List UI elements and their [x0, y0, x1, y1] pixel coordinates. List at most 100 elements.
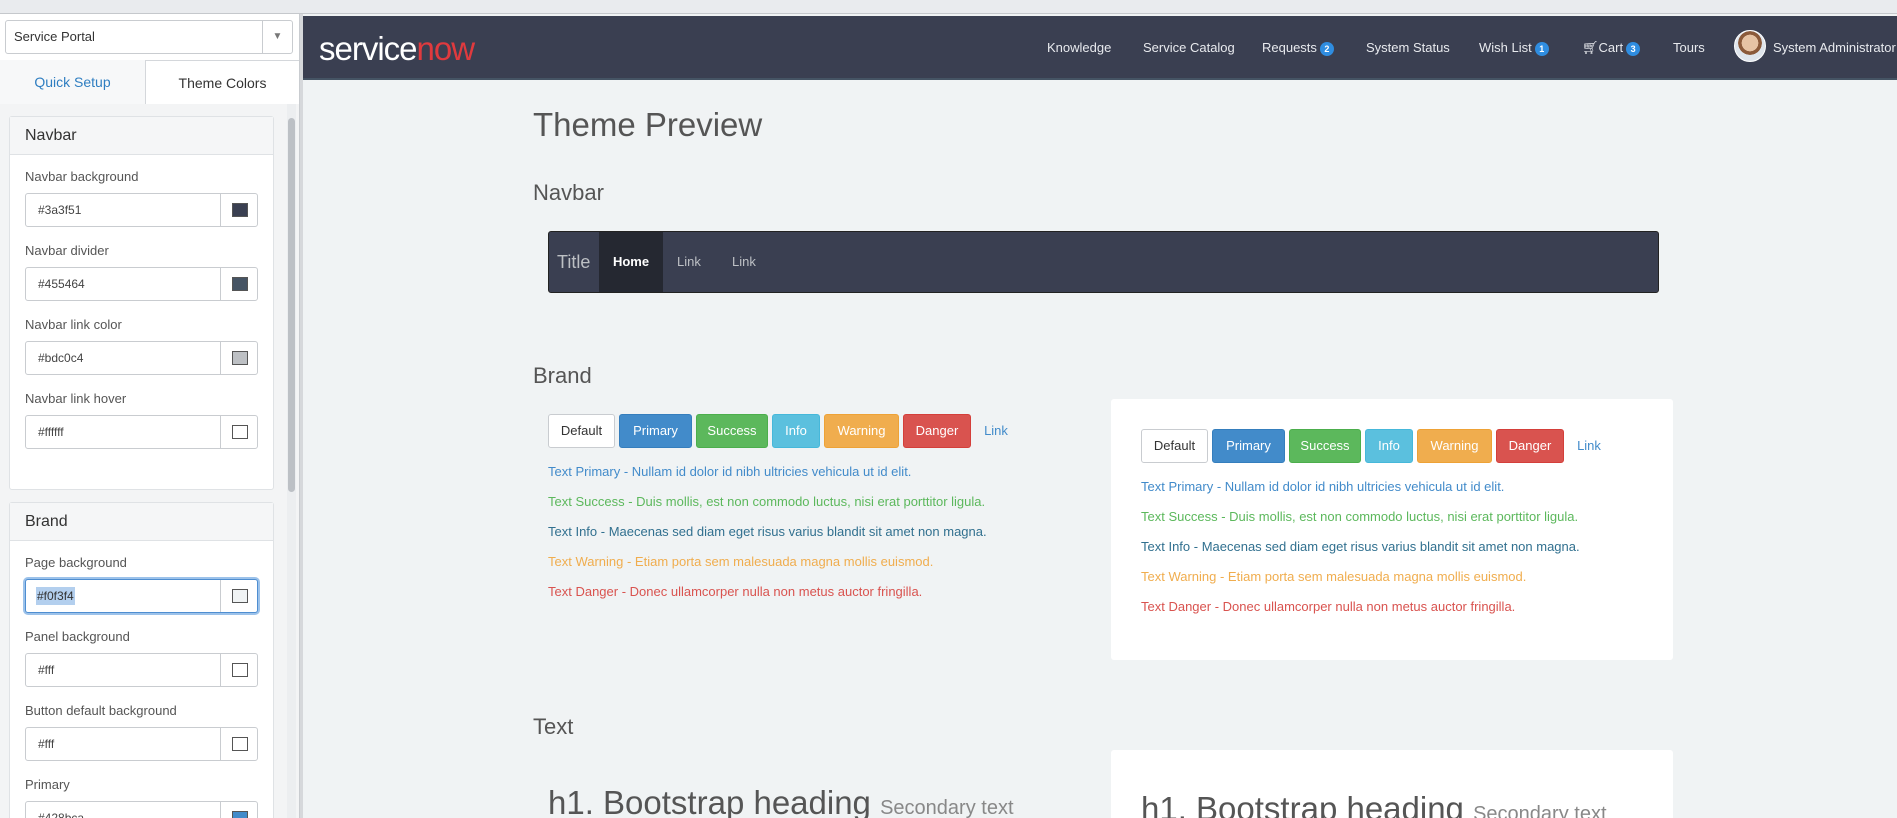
color-picker-button[interactable] — [220, 654, 257, 686]
color-picker-button[interactable] — [220, 194, 257, 226]
color-input[interactable]: #bdc0c4 — [25, 341, 258, 375]
info-button[interactable]: Info — [1365, 429, 1413, 463]
success-button[interactable]: Success — [696, 414, 768, 448]
nav-wish-list[interactable]: Wish List 1 — [1479, 40, 1549, 56]
color-picker-button[interactable] — [220, 728, 257, 760]
page-title: Theme Preview — [533, 106, 763, 143]
h1-secondary-text: Secondary text — [880, 797, 1014, 818]
servicenow-logo[interactable]: servicenow — [319, 30, 475, 68]
primary-button[interactable]: Primary — [1212, 429, 1285, 463]
portal-preview: servicenow Knowledge Service Catalog Req… — [303, 14, 1897, 818]
demo-navbar-link[interactable]: Link — [677, 254, 701, 269]
h1-secondary-text: Secondary text — [1473, 803, 1607, 818]
color-input[interactable]: #f0f3f4 — [25, 579, 258, 613]
count-badge: 1 — [1534, 41, 1549, 56]
nav-tours[interactable]: Tours — [1673, 40, 1705, 55]
default-button[interactable]: Default — [1141, 429, 1208, 463]
tab-theme-colors[interactable]: Theme Colors — [145, 60, 299, 105]
danger-button[interactable]: Danger — [903, 414, 971, 448]
text-info: Text Info - Maecenas sed diam eget risus… — [1141, 539, 1580, 554]
theme-colors-scrollpane: Navbar Navbar background #3a3f51 Navbar … — [0, 104, 299, 818]
nav-system-status[interactable]: System Status — [1366, 40, 1450, 55]
user-avatar[interactable] — [1734, 30, 1766, 62]
color-input[interactable]: #ffffff — [25, 415, 258, 449]
color-swatch — [232, 589, 248, 603]
primary-button[interactable]: Primary — [619, 414, 692, 448]
color-input[interactable]: #3a3f51 — [25, 193, 258, 227]
logo-service-text: service — [319, 30, 418, 67]
color-input[interactable]: #428bca — [25, 801, 258, 818]
danger-button[interactable]: Danger — [1496, 429, 1564, 463]
text-info: Text Info - Maecenas sed diam eget risus… — [548, 524, 987, 539]
section-heading-navbar: Navbar — [533, 180, 604, 205]
nav-label: Cart — [1598, 40, 1624, 55]
demo-navbar-home[interactable]: Home — [599, 232, 663, 292]
demo-navbar-link[interactable]: Link — [732, 254, 756, 269]
color-input[interactable]: #fff — [25, 653, 258, 687]
nav-user-name[interactable]: System Administrator — [1773, 40, 1896, 55]
text-primary: Text Primary - Nullam id dolor id nibh u… — [1141, 479, 1505, 494]
nav-knowledge[interactable]: Knowledge — [1047, 40, 1111, 55]
color-field: Navbar link color #bdc0c4 — [25, 317, 258, 375]
input-value: #428bca — [38, 811, 85, 818]
field-label: Navbar background — [25, 169, 139, 184]
link-button[interactable]: Link — [976, 414, 1016, 448]
brand-section: Brand Page background #f0f3f4 Panel back… — [9, 502, 274, 818]
nav-cart[interactable]: 🛒︎Cart 3 — [1582, 40, 1641, 56]
warning-button[interactable]: Warning — [824, 414, 899, 448]
color-swatch — [232, 351, 248, 365]
text-danger: Text Danger - Donec ullamcorper nulla no… — [548, 584, 923, 599]
color-field: Primary #428bca — [25, 777, 258, 818]
color-input[interactable]: #fff — [25, 727, 258, 761]
tab-quick-setup[interactable]: Quick Setup — [0, 60, 145, 104]
text-warning: Text Warning - Etiam porta sem malesuada… — [1141, 569, 1527, 584]
color-swatch — [232, 277, 248, 291]
portal-select-value: Service Portal — [14, 29, 95, 44]
link-button[interactable]: Link — [1569, 429, 1609, 463]
color-field: Button default background #fff — [25, 703, 258, 761]
text-warning: Text Warning - Etiam porta sem malesuada… — [548, 554, 934, 569]
default-button[interactable]: Default — [548, 414, 615, 448]
theme-editor-panel: Service Portal ▼ Quick Setup Theme Color… — [0, 14, 300, 818]
color-picker-button[interactable] — [220, 802, 257, 818]
warning-button[interactable]: Warning — [1417, 429, 1492, 463]
demo-navbar: Title Home Link Link — [548, 231, 1659, 293]
nav-requests[interactable]: Requests 2 — [1262, 40, 1334, 56]
color-field: Navbar divider #455464 — [25, 243, 258, 301]
field-label: Panel background — [25, 629, 130, 644]
success-button[interactable]: Success — [1289, 429, 1361, 463]
color-picker-button[interactable] — [220, 268, 257, 300]
color-picker-button[interactable] — [220, 342, 257, 374]
portal-select[interactable]: Service Portal ▼ — [5, 20, 293, 54]
color-picker-button[interactable] — [220, 416, 257, 448]
field-label: Navbar divider — [25, 243, 109, 258]
chevron-down-icon[interactable]: ▼ — [262, 21, 292, 53]
field-label: Navbar link color — [25, 317, 122, 332]
field-label: Page background — [25, 555, 127, 570]
demo-navbar-title[interactable]: Title — [557, 252, 590, 273]
text-success: Text Success - Duis mollis, est non comm… — [1141, 509, 1579, 524]
input-value: #3a3f51 — [38, 203, 82, 217]
h1-heading-text: h1. Bootstrap heading — [548, 784, 871, 818]
h1-heading-demo: h1. Bootstrap heading Secondary text — [548, 784, 1014, 818]
color-swatch — [232, 811, 248, 818]
field-label: Primary — [25, 777, 70, 792]
color-input[interactable]: #455464 — [25, 267, 258, 301]
color-field: Navbar link hover #ffffff — [25, 391, 258, 449]
window-top-strip — [0, 0, 1897, 14]
info-button[interactable]: Info — [772, 414, 820, 448]
count-badge: 3 — [1626, 41, 1641, 56]
input-value: #455464 — [38, 277, 85, 291]
color-picker-button[interactable] — [220, 580, 257, 612]
button-row: Default Primary Success Info Warning Dan… — [548, 414, 1028, 448]
button-row: Default Primary Success Info Warning Dan… — [1141, 429, 1621, 463]
section-heading-text: Text — [533, 714, 574, 739]
nav-service-catalog[interactable]: Service Catalog — [1143, 40, 1235, 55]
section-title: Brand — [10, 503, 273, 541]
editor-scrollbar-thumb[interactable] — [288, 118, 295, 492]
count-badge: 2 — [1319, 41, 1334, 56]
color-field: Page background #f0f3f4 — [25, 555, 258, 613]
color-swatch — [232, 425, 248, 439]
color-swatch — [232, 203, 248, 217]
input-value: #ffffff — [38, 425, 64, 439]
